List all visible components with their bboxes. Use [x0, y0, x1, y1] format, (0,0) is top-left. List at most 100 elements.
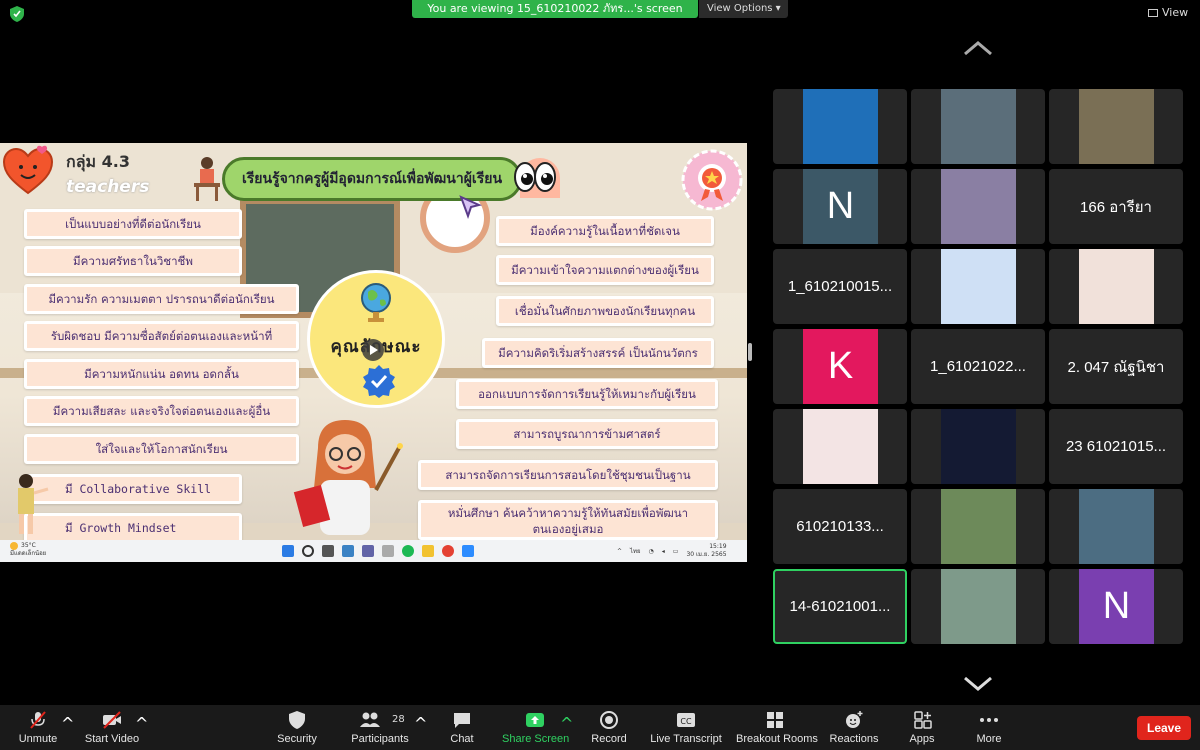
share-screen-button[interactable]: Share Screen: [502, 705, 569, 750]
reactions-button[interactable]: Reactions: [828, 705, 880, 750]
left-quality-item: มีความรัก ความเมตตา ปรารถนาดีต่อนักเรียน: [24, 284, 299, 314]
participant-tile[interactable]: [911, 169, 1045, 244]
wifi-icon[interactable]: ◔: [649, 548, 654, 555]
participant-tile[interactable]: [911, 249, 1045, 324]
participants-button[interactable]: 28 Participants: [348, 705, 412, 750]
view-options-button[interactable]: View Options ▾: [699, 0, 788, 18]
right-quality-item: สามารถบูรณาการข้ามศาสตร์: [456, 419, 718, 449]
participant-video: [941, 569, 1016, 644]
grid-view-icon: [1148, 9, 1158, 17]
splitter-handle[interactable]: [748, 343, 752, 361]
spotify-icon[interactable]: [402, 545, 414, 557]
participant-video: [803, 409, 878, 484]
participant-video: [941, 249, 1016, 324]
award-badge-icon: [681, 149, 743, 211]
participant-avatar-letter: K: [803, 329, 878, 404]
meeting-toolbar: Unmute ^ Start Video ^ Security 28 Parti…: [0, 705, 1200, 750]
reactions-label: Reactions: [829, 733, 879, 745]
weather-desc: มีแดดเล็กน้อย: [10, 550, 47, 557]
language-label[interactable]: ไทย: [630, 546, 641, 556]
participant-tile[interactable]: [1049, 249, 1183, 324]
chat-label: Chat: [450, 733, 474, 745]
heart-icon: [2, 145, 54, 195]
sun-icon: [10, 542, 18, 550]
play-icon[interactable]: [362, 339, 384, 361]
weather-widget[interactable]: 35°C มีแดดเล็กน้อย: [10, 542, 46, 558]
audio-options-caret[interactable]: ^: [61, 714, 74, 733]
search-icon[interactable]: [302, 545, 314, 557]
participant-name: 14-61021001...: [789, 598, 891, 615]
participant-tile[interactable]: N: [773, 169, 907, 244]
teacher-illustration: [293, 420, 403, 535]
right-quality-item: มีความคิดริเริ่มสร้างสรรค์ เป็นนักนวัตกร: [482, 338, 714, 368]
teams-icon[interactable]: [362, 545, 374, 557]
share-options-caret[interactable]: ^: [560, 714, 573, 733]
participant-tile[interactable]: [911, 569, 1045, 644]
student-at-desk-illustration: [194, 157, 220, 201]
participant-tile[interactable]: [911, 409, 1045, 484]
zoom-icon[interactable]: [462, 545, 474, 557]
start-video-label: Start Video: [84, 733, 140, 745]
participant-tile[interactable]: K: [773, 329, 907, 404]
more-dots-icon: [980, 718, 998, 722]
participant-tile[interactable]: N: [1049, 569, 1183, 644]
video-options-caret[interactable]: ^: [135, 714, 148, 733]
start-video-button[interactable]: Start Video: [82, 705, 142, 750]
settings-icon[interactable]: [382, 545, 394, 557]
smiley-plus-icon: [846, 711, 863, 728]
chevron-down-icon[interactable]: [963, 676, 993, 692]
participant-name: 610210133...: [796, 518, 884, 535]
more-button[interactable]: More: [972, 705, 1006, 750]
record-button[interactable]: Record: [588, 705, 630, 750]
apps-icon: [914, 711, 932, 729]
participant-tile[interactable]: [911, 89, 1045, 164]
apps-button[interactable]: Apps: [904, 705, 940, 750]
live-transcript-button[interactable]: CC Live Transcript: [650, 705, 722, 750]
chevron-up-icon[interactable]: ^: [617, 548, 622, 555]
participants-options-caret[interactable]: ^: [414, 714, 427, 733]
participant-video: [941, 489, 1016, 564]
participant-video: [1079, 89, 1154, 164]
left-quality-item: เป็นแบบอย่างที่ดีต่อนักเรียน: [24, 209, 242, 239]
chat-button[interactable]: Chat: [442, 705, 482, 750]
unmute-button[interactable]: Unmute: [14, 705, 62, 750]
participant-tile[interactable]: 14-61021001...: [773, 569, 907, 644]
breakout-rooms-button[interactable]: Breakout Rooms: [736, 705, 818, 750]
student-illustration: [18, 474, 49, 534]
participant-video: [941, 169, 1016, 244]
participant-avatar-letter: N: [803, 169, 878, 244]
participant-name: 2. 047 ณัฐนิชา: [1067, 358, 1165, 376]
participant-tile[interactable]: 1_61021022...: [911, 329, 1045, 404]
volume-icon[interactable]: ◂: [662, 548, 665, 555]
participant-tile[interactable]: 1_610210015...: [773, 249, 907, 324]
globe-icon: [361, 283, 391, 322]
participant-tile[interactable]: [773, 409, 907, 484]
record-label: Record: [591, 733, 627, 745]
participant-tile[interactable]: [1049, 89, 1183, 164]
participant-tile[interactable]: [911, 489, 1045, 564]
participant-tile[interactable]: 610210133...: [773, 489, 907, 564]
security-button[interactable]: Security: [272, 705, 322, 750]
participant-tile[interactable]: [773, 89, 907, 164]
participant-tile[interactable]: 2. 047 ณัฐนิชา: [1049, 329, 1183, 404]
cursor-icon: [459, 195, 482, 219]
participant-tile[interactable]: 23 61021015...: [1049, 409, 1183, 484]
leave-button[interactable]: Leave: [1137, 716, 1191, 740]
left-quality-item: ใส่ใจและให้โอกาสนักเรียน: [24, 434, 299, 464]
participants-icon: [359, 712, 380, 727]
weather-temp: 35°C: [21, 542, 36, 549]
participant-tile[interactable]: [1049, 489, 1183, 564]
file-explorer-icon[interactable]: [422, 545, 434, 557]
live-transcript-label: Live Transcript: [650, 733, 722, 745]
view-options-label: View Options: [707, 3, 773, 14]
task-view-icon[interactable]: [322, 545, 334, 557]
battery-icon[interactable]: ▭: [673, 548, 679, 555]
taskbar-clock[interactable]: 15:19 30 เม.ย. 2565: [686, 543, 726, 559]
right-quality-item: หมั่นศึกษา ค้นคว้าหาความรู้ให้ทันสมัยเพื…: [418, 500, 718, 540]
widgets-icon[interactable]: [342, 545, 354, 557]
chrome-icon[interactable]: [442, 545, 454, 557]
participant-tile[interactable]: 166 อารียา: [1049, 169, 1183, 244]
windows-start-icon[interactable]: [282, 545, 294, 557]
chevron-up-icon[interactable]: [963, 40, 993, 56]
view-button[interactable]: View: [1148, 6, 1188, 19]
